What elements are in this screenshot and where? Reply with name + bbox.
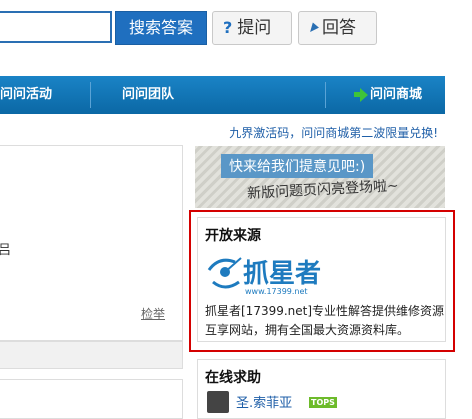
ask-label: 提问 (237, 18, 272, 38)
answer-label: 回答 (322, 18, 356, 38)
search-input[interactable] (0, 11, 112, 43)
open-source-description: 抓星者[17399.net]专业性解答提供维修资源互享网站，拥有全国最大资源资料… (205, 304, 445, 337)
question-mark-icon: ? (223, 18, 233, 37)
help-user-link[interactable]: 圣.索菲亚 (236, 392, 292, 411)
nav-item-mall-label: 问问商城 (370, 87, 423, 102)
logo-text: 抓星者 (243, 259, 321, 289)
answer-button[interactable]: 回答 (298, 11, 377, 45)
feedback-banner[interactable]: 快来给我们提意见吧:) 新版问题页闪亮登场啦~ (195, 146, 445, 208)
nav-divider (325, 82, 326, 108)
nav-item-mall[interactable]: 问问商城 (354, 76, 422, 114)
ask-button[interactable]: ? 提问 (212, 11, 292, 45)
nav-divider (90, 82, 91, 108)
online-help-title: 在线求助 (205, 370, 261, 386)
answer-header-bar (0, 341, 183, 369)
logo-url: www.17399.net (245, 287, 308, 296)
promo-link[interactable]: 九界激活码，问问商城第二波限量兑换! (229, 124, 438, 141)
open-source-title: 开放来源 (205, 228, 261, 244)
zhuaxingzhe-logo[interactable]: 抓星者 www.17399.net (205, 248, 345, 298)
green-arrow-icon (354, 87, 368, 102)
answer-panel (0, 379, 183, 419)
question-text-fragment: 吕 (0, 243, 12, 258)
banner-tag: 快来给我们提意见吧:) (221, 154, 374, 178)
pencil-icon (307, 21, 319, 35)
nav-item-team[interactable]: 问问团队 (122, 76, 174, 114)
tops-badge: TOPS (309, 397, 337, 408)
avatar[interactable] (207, 391, 229, 413)
search-answers-button[interactable]: 搜索答案 (115, 11, 207, 45)
report-link[interactable]: 检举 (141, 305, 165, 322)
main-nav: 问问活动 问问团队 问问商城 (0, 76, 445, 114)
nav-item-activities[interactable]: 问问活动 (0, 76, 52, 114)
satellite-dish-icon (207, 257, 242, 289)
